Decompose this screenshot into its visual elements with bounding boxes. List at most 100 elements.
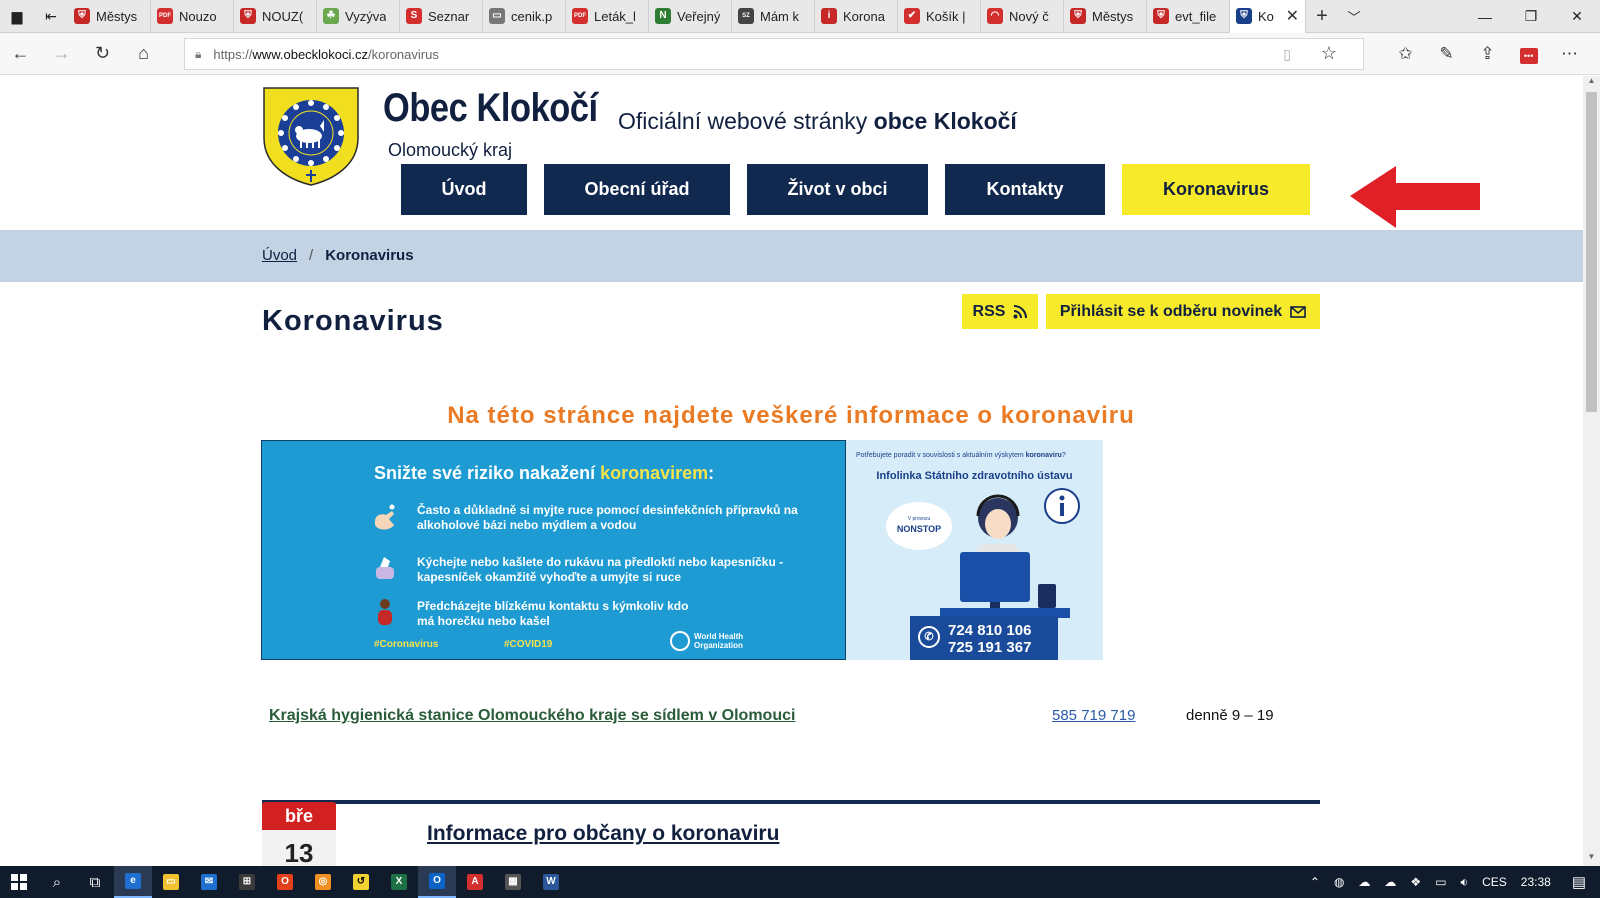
who-banner-heading: Snižte své riziko nakažení koronavirem:: [374, 463, 714, 484]
nav-item-kontakty[interactable]: Kontakty: [945, 164, 1105, 215]
region-label: Olomoucký kraj: [388, 140, 513, 160]
taskbar-acrobat[interactable]: A: [456, 866, 494, 898]
search-icon[interactable]: ⌕: [38, 866, 76, 898]
minimize-icon[interactable]: —: [1462, 0, 1508, 33]
tab-preview-chevron-icon[interactable]: ﹀: [1338, 7, 1370, 26]
taskbar-mail[interactable]: ✉: [190, 866, 228, 898]
subscribe-news-button[interactable]: Přihlásit se k odběru novinek: [1046, 294, 1320, 329]
favorite-star-icon[interactable]: ☆: [1321, 43, 1337, 64]
scrollbar-thumb[interactable]: [1586, 92, 1597, 412]
home-icon[interactable]: ⌂: [123, 33, 164, 75]
windows-logo-icon: [11, 874, 27, 890]
who-tip-1: Často a důkladně si myjte ruce pomocí de…: [417, 503, 798, 532]
news-article-link[interactable]: Informace pro občany o koronaviru: [427, 822, 779, 846]
taskbar-sticky[interactable]: ↺: [342, 866, 380, 898]
site-title[interactable]: Obec Klokočí: [383, 86, 598, 131]
browser-tab[interactable]: i Korona: [815, 0, 898, 33]
taskbar-edge[interactable]: e: [114, 866, 152, 898]
extension-button[interactable]: •••: [1508, 44, 1549, 64]
browser-tab[interactable]: PDF Leták_l: [566, 0, 649, 33]
dropbox-icon[interactable]: ❖: [1410, 875, 1421, 889]
pen-icon[interactable]: ✎: [1426, 44, 1467, 64]
browser-tab[interactable]: ⛨ evt_file: [1147, 0, 1230, 33]
address-bar[interactable]: 🔒︎ https://www.obecklokoci.cz/koronaviru…: [184, 38, 1364, 70]
crest-favicon-icon: ⛨: [1236, 8, 1252, 24]
browser-tab[interactable]: ⛨ NOUZ(: [234, 0, 317, 33]
scroll-down-icon[interactable]: ▼: [1583, 852, 1600, 866]
browser-tab[interactable]: SZ Mám k: [732, 0, 815, 33]
browser-tab[interactable]: ⛨ Městys: [68, 0, 151, 33]
reading-view-icon[interactable]: ▯: [1283, 46, 1291, 63]
close-window-icon[interactable]: ✕: [1554, 0, 1600, 33]
more-menu-icon[interactable]: ⋯: [1549, 44, 1590, 64]
browser-tab[interactable]: ☘ Vyzýva: [317, 0, 400, 33]
person-icon: [378, 599, 392, 625]
browser-tab[interactable]: ✔ Košík |: [898, 0, 981, 33]
village-crest-logo[interactable]: [262, 86, 360, 186]
who-tip-3: Předcházejte blízkému kontaktu s kýmkoli…: [417, 599, 689, 628]
close-tab-icon[interactable]: ✕: [1286, 6, 1299, 26]
taskbar-outlook[interactable]: O: [418, 866, 456, 898]
clock[interactable]: 23:38: [1521, 875, 1551, 889]
taskbar-calculator[interactable]: ▦: [494, 866, 532, 898]
site-subtitle: Oficiální webové stránky obce Klokočí: [618, 108, 1017, 135]
cloud-icon[interactable]: ☁: [1384, 875, 1396, 889]
nav-item-zivot-v-obci[interactable]: Život v obci: [747, 164, 928, 215]
tab-label: Veřejný: [677, 8, 721, 24]
extension-icon: •••: [1519, 48, 1538, 64]
nav-item-koronavirus[interactable]: Koronavirus: [1122, 164, 1310, 215]
shield-favicon-icon: ⛨: [74, 8, 90, 24]
taskbar-office[interactable]: O: [266, 866, 304, 898]
taskbar-explorer[interactable]: ▭: [152, 866, 190, 898]
taskbar-app[interactable]: ◎: [304, 866, 342, 898]
subtitle-bold: obce Klokočí: [873, 108, 1017, 134]
set-aside-tabs-icon[interactable]: ⇤: [34, 0, 68, 33]
sticky-icon: ↺: [353, 874, 369, 890]
browser-tab[interactable]: ◠ Nový č: [981, 0, 1064, 33]
tab-actions-icon[interactable]: ▆: [0, 0, 34, 33]
share-icon[interactable]: ⇪: [1467, 44, 1508, 64]
browser-tab[interactable]: ▭ cenik.p: [483, 0, 566, 33]
nav-item-obecni-urad[interactable]: Obecní úřad: [544, 164, 730, 215]
page-viewport: Obec Klokočí Oficiální webové stránky ob…: [0, 76, 1583, 866]
restore-icon[interactable]: ❐: [1508, 0, 1554, 33]
who-prevention-banner[interactable]: Snižte své riziko nakažení koronavirem: …: [261, 440, 846, 660]
taskbar-word[interactable]: W: [532, 866, 570, 898]
rss-button[interactable]: RSS: [962, 294, 1038, 329]
browser-tab[interactable]: PDF Nouzo: [151, 0, 234, 33]
taskbar-store[interactable]: ⊞: [228, 866, 266, 898]
breadcrumb-home-link[interactable]: Úvod: [262, 247, 297, 264]
nav-item-uvod[interactable]: Úvod: [401, 164, 527, 215]
khs-phone-link[interactable]: 585 719 719: [1052, 707, 1135, 724]
tray-chevron-icon[interactable]: ⌃: [1310, 875, 1320, 889]
input-language[interactable]: CES: [1482, 875, 1507, 889]
page-scrollbar[interactable]: ▲ ▼: [1583, 76, 1600, 866]
tray-app-icon[interactable]: ◍: [1334, 875, 1344, 889]
who-org-line2: Organization: [694, 641, 743, 650]
khs-olomouc-link[interactable]: Krajská hygienická stanice Olomouckého k…: [269, 707, 795, 725]
browser-tab[interactable]: S Seznar: [400, 0, 483, 33]
volume-icon[interactable]: 🔉︎: [1461, 875, 1469, 890]
back-icon[interactable]: ←: [0, 33, 41, 75]
tab-label: Leták_l: [594, 8, 636, 24]
task-view-icon[interactable]: ⧉: [76, 866, 114, 898]
browser-tab[interactable]: N Veřejný: [649, 0, 732, 33]
tab-active[interactable]: ⛨ Ko ✕: [1230, 0, 1306, 33]
mail-icon: ✉: [201, 874, 217, 890]
edge-icon: e: [125, 873, 141, 889]
start-windows-icon[interactable]: [0, 866, 38, 898]
new-tab-button[interactable]: +: [1306, 5, 1338, 28]
refresh-icon[interactable]: ↻: [82, 33, 123, 75]
battery-icon[interactable]: ▭: [1435, 875, 1446, 889]
tab-label: Městys: [96, 8, 138, 24]
taskbar-excel[interactable]: X: [380, 866, 418, 898]
browser-tab[interactable]: ⛨ Městys: [1064, 0, 1147, 33]
scroll-up-icon[interactable]: ▲: [1583, 76, 1600, 90]
favorites-hub-icon[interactable]: ✩: [1385, 44, 1426, 64]
rss-icon: [1013, 304, 1028, 318]
notification-icon[interactable]: ▤: [1572, 873, 1586, 891]
system-tray: ⌃ ◍ ☁ ☁ ❖ ▭ 🔉︎ CES 23:38 ▤: [1303, 866, 1600, 898]
onedrive-icon[interactable]: ☁: [1358, 875, 1370, 889]
forward-icon[interactable]: →: [41, 33, 82, 75]
szu-infoline-banner[interactable]: Potřebujete poradit v souvislosti s aktu…: [846, 440, 1103, 660]
